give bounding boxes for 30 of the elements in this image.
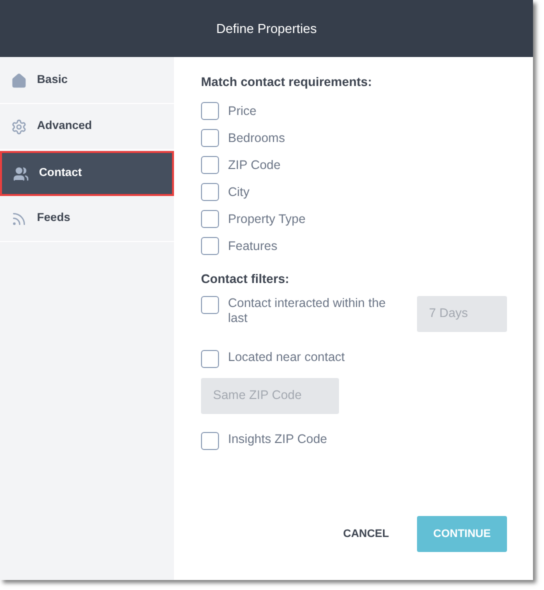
checkbox-label: Contact interacted within the last: [228, 296, 387, 326]
sidebar-item[interactable]: Contact: [0, 151, 174, 196]
checkbox[interactable]: [201, 350, 219, 368]
checkbox[interactable]: [201, 156, 219, 174]
section-heading: Match contact requirements:: [201, 74, 373, 91]
home-icon: [11, 73, 27, 89]
section-heading: Contact filters:: [201, 270, 290, 288]
checkbox-label: Price: [228, 102, 256, 120]
checkbox[interactable]: [201, 296, 219, 314]
checkbox-label: Located near contact: [228, 350, 346, 364]
checkbox-label: ZIP Code: [228, 156, 281, 174]
checkbox[interactable]: [201, 210, 219, 228]
checkbox-label: Bedrooms: [228, 130, 285, 147]
checkbox[interactable]: [201, 102, 219, 120]
cancel-button[interactable]: CANCEL: [343, 526, 389, 542]
checkbox[interactable]: [201, 183, 219, 202]
checkbox-label: City: [228, 184, 250, 201]
sidebar-item[interactable]: Advanced: [0, 105, 174, 150]
checkbox-label: Insights ZIP Code: [228, 432, 328, 446]
checkbox-label: Property Type: [228, 210, 306, 228]
rss-icon: [11, 211, 27, 227]
sidebar-item[interactable]: Feeds: [0, 197, 174, 242]
window-title: Define Properties: [216, 20, 317, 38]
sidebar-item[interactable]: Basic: [0, 59, 174, 104]
checkbox[interactable]: [201, 237, 219, 256]
checkbox-label: Features: [228, 238, 278, 255]
checkbox[interactable]: [201, 432, 219, 450]
checkbox[interactable]: [201, 129, 219, 148]
users-icon: [13, 166, 29, 182]
gear-icon: [11, 119, 27, 135]
